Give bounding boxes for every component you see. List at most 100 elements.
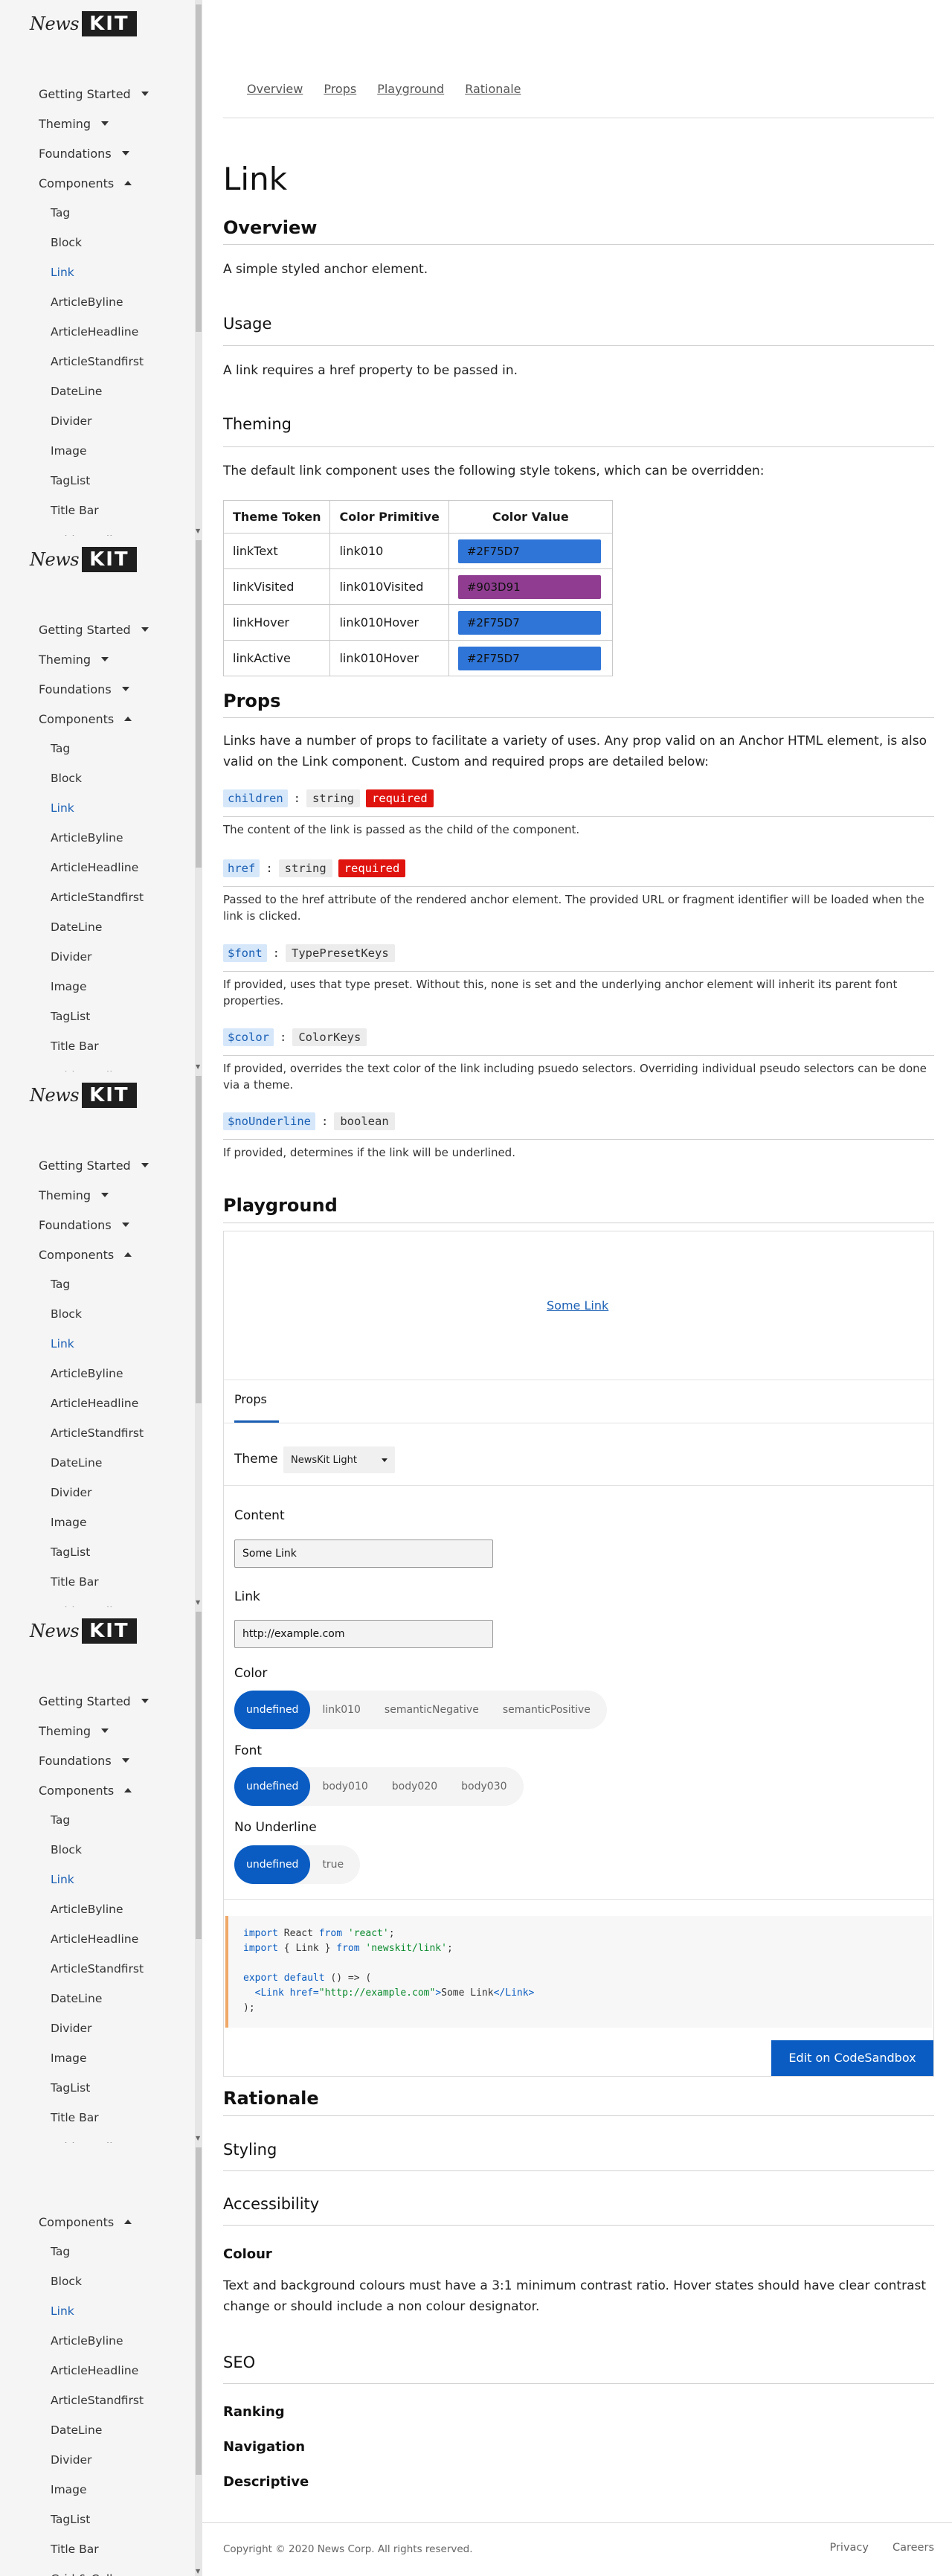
sidebar-item-getting-started[interactable]: Getting Started [39, 1158, 149, 1173]
sidebar-item-taglist[interactable]: TagList [51, 2512, 90, 2527]
sidebar-item-divider[interactable]: Divider [51, 2021, 91, 2036]
scroll-down-arrow-icon[interactable]: ▼ [196, 1599, 200, 1606]
font-option-body020[interactable]: body020 [380, 1767, 449, 1806]
sidebar-item-articlebyline[interactable]: ArticleByline [51, 830, 123, 845]
sidebar-item-title-bar[interactable]: Title Bar [51, 1574, 99, 1589]
sidebar-item-tag[interactable]: Tag [51, 741, 70, 756]
sidebar-item-articlestandfirst[interactable]: ArticleStandfirst [51, 2393, 144, 2408]
sidebar-item-link[interactable]: Link [51, 1872, 74, 1887]
sidebar-item-taglist[interactable]: TagList [51, 1009, 90, 1024]
sidebar-item-block[interactable]: Block [51, 1842, 82, 1857]
sidebar-item-theming[interactable]: Theming [39, 1188, 109, 1202]
sidebar-item-image[interactable]: Image [51, 2482, 87, 2497]
scrollbar-thumb[interactable] [196, 4, 202, 332]
link-input[interactable] [234, 1620, 493, 1648]
sidebar-item-block[interactable]: Block [51, 2274, 82, 2289]
sidebar-item-foundations[interactable]: Foundations [39, 1217, 129, 1232]
sidebar-item-components[interactable]: Components [39, 1783, 132, 1798]
sidebar-item-title-bar[interactable]: Title Bar [51, 1039, 99, 1054]
sidebar-item-articlestandfirst[interactable]: ArticleStandfirst [51, 1426, 144, 1441]
sidebar-item-articleheadline[interactable]: ArticleHeadline [51, 2363, 138, 2378]
sidebar-item-title-bar[interactable]: Title Bar [51, 2110, 99, 2125]
scroll-down-arrow-icon[interactable]: ▼ [196, 2135, 200, 2141]
sidebar-item-block[interactable]: Block [51, 771, 82, 786]
sidebar-item-image[interactable]: Image [51, 1515, 87, 1530]
sidebar-item-link[interactable]: Link [51, 265, 74, 280]
sidebar-item-dateline[interactable]: DateLine [51, 1455, 102, 1470]
sidebar-item-articlebyline[interactable]: ArticleByline [51, 1366, 123, 1381]
sidebar-scrollbar[interactable]: ▼ [195, 1071, 202, 1607]
sidebar-item-link[interactable]: Link [51, 2304, 74, 2319]
sidebar-item-dateline[interactable]: DateLine [51, 2423, 102, 2438]
sidebar-item-foundations[interactable]: Foundations [39, 1753, 129, 1768]
sidebar-item-image[interactable]: Image [51, 443, 87, 458]
sidebar-item-title-bar[interactable]: Title Bar [51, 503, 99, 518]
underline-option-true[interactable]: true [310, 1845, 356, 1884]
anchor-props[interactable]: Props [324, 82, 356, 96]
sidebar-scrollbar[interactable]: ▼ [195, 0, 202, 536]
newskit-logo[interactable]: News KIT [30, 1080, 137, 1110]
sidebar-item-articleheadline[interactable]: ArticleHeadline [51, 1396, 138, 1411]
sidebar-item-foundations[interactable]: Foundations [39, 146, 129, 161]
sidebar-item-block[interactable]: Block [51, 1307, 82, 1321]
newskit-logo[interactable]: News KIT [30, 9, 137, 39]
sidebar-item-components[interactable]: Components [39, 1247, 132, 1262]
preview-link[interactable]: Some Link [547, 1298, 608, 1313]
sidebar-item-link[interactable]: Link [51, 801, 74, 816]
sidebar-item-taglist[interactable]: TagList [51, 473, 90, 488]
scroll-down-arrow-icon[interactable]: ▼ [196, 528, 200, 534]
sidebar-item-taglist[interactable]: TagList [51, 2080, 90, 2095]
font-option-body010[interactable]: body010 [310, 1767, 379, 1806]
sidebar-item-tag[interactable]: Tag [51, 1277, 70, 1292]
sidebar-item-foundations[interactable]: Foundations [39, 682, 129, 696]
sidebar-item-articleheadline[interactable]: ArticleHeadline [51, 860, 138, 875]
theme-select[interactable]: NewsKit Light [283, 1446, 395, 1473]
sidebar-item-getting-started[interactable]: Getting Started [39, 86, 149, 101]
footer-link-careers[interactable]: Careers [892, 2542, 934, 2554]
sidebar-item-divider[interactable]: Divider [51, 2452, 91, 2467]
sidebar-item-articleheadline[interactable]: ArticleHeadline [51, 1932, 138, 1947]
sidebar-item-articlebyline[interactable]: ArticleByline [51, 2333, 123, 2348]
sidebar-item-components[interactable]: Components [39, 176, 132, 190]
sidebar-scrollbar[interactable]: ▼ [195, 2143, 202, 2576]
sidebar-item-grid-cell[interactable]: Grid & Cell [51, 2572, 112, 2576]
sidebar-item-dateline[interactable]: DateLine [51, 1991, 102, 2006]
sidebar-item-articlestandfirst[interactable]: ArticleStandfirst [51, 354, 144, 369]
anchor-playground[interactable]: Playground [377, 82, 444, 96]
sidebar-item-image[interactable]: Image [51, 979, 87, 994]
sidebar-item-block[interactable]: Block [51, 235, 82, 250]
newskit-logo[interactable]: News KIT [30, 545, 137, 574]
content-input[interactable] [234, 1539, 493, 1568]
anchor-rationale[interactable]: Rationale [465, 82, 521, 96]
sidebar-item-taglist[interactable]: TagList [51, 1545, 90, 1560]
newskit-logo[interactable]: News KIT [30, 1616, 137, 1646]
scrollbar-thumb[interactable] [196, 2147, 202, 2475]
sidebar-item-components[interactable]: Components [39, 2214, 132, 2229]
sidebar-item-theming[interactable]: Theming [39, 1723, 109, 1738]
sidebar-item-dateline[interactable]: DateLine [51, 920, 102, 935]
font-option-undefined[interactable]: undefined [234, 1767, 311, 1806]
sidebar-scrollbar[interactable]: ▼ [195, 536, 202, 1071]
anchor-overview[interactable]: Overview [247, 82, 303, 96]
sidebar-item-components[interactable]: Components [39, 711, 132, 726]
sidebar-item-image[interactable]: Image [51, 2051, 87, 2066]
footer-link-privacy[interactable]: Privacy [829, 2542, 869, 2554]
sidebar-item-tag[interactable]: Tag [51, 2244, 70, 2259]
sidebar-item-divider[interactable]: Divider [51, 1485, 91, 1500]
sidebar-item-theming[interactable]: Theming [39, 652, 109, 667]
color-option-link010[interactable]: link010 [310, 1691, 372, 1729]
sidebar-item-articleheadline[interactable]: ArticleHeadline [51, 324, 138, 339]
sidebar-item-tag[interactable]: Tag [51, 1813, 70, 1827]
sidebar-item-divider[interactable]: Divider [51, 414, 91, 429]
font-option-body030[interactable]: body030 [449, 1767, 518, 1806]
sidebar-item-dateline[interactable]: DateLine [51, 384, 102, 399]
sidebar-item-divider[interactable]: Divider [51, 949, 91, 964]
sidebar-item-articlestandfirst[interactable]: ArticleStandfirst [51, 1961, 144, 1976]
sidebar-item-articlestandfirst[interactable]: ArticleStandfirst [51, 890, 144, 905]
underline-option-undefined[interactable]: undefined [234, 1845, 311, 1884]
sidebar-item-link[interactable]: Link [51, 1336, 74, 1351]
sidebar-scrollbar[interactable]: ▼ [195, 1607, 202, 2143]
sidebar-item-title-bar[interactable]: Title Bar [51, 2542, 99, 2557]
color-option-semantic-negative[interactable]: semanticNegative [373, 1691, 491, 1729]
sidebar-item-getting-started[interactable]: Getting Started [39, 622, 149, 637]
